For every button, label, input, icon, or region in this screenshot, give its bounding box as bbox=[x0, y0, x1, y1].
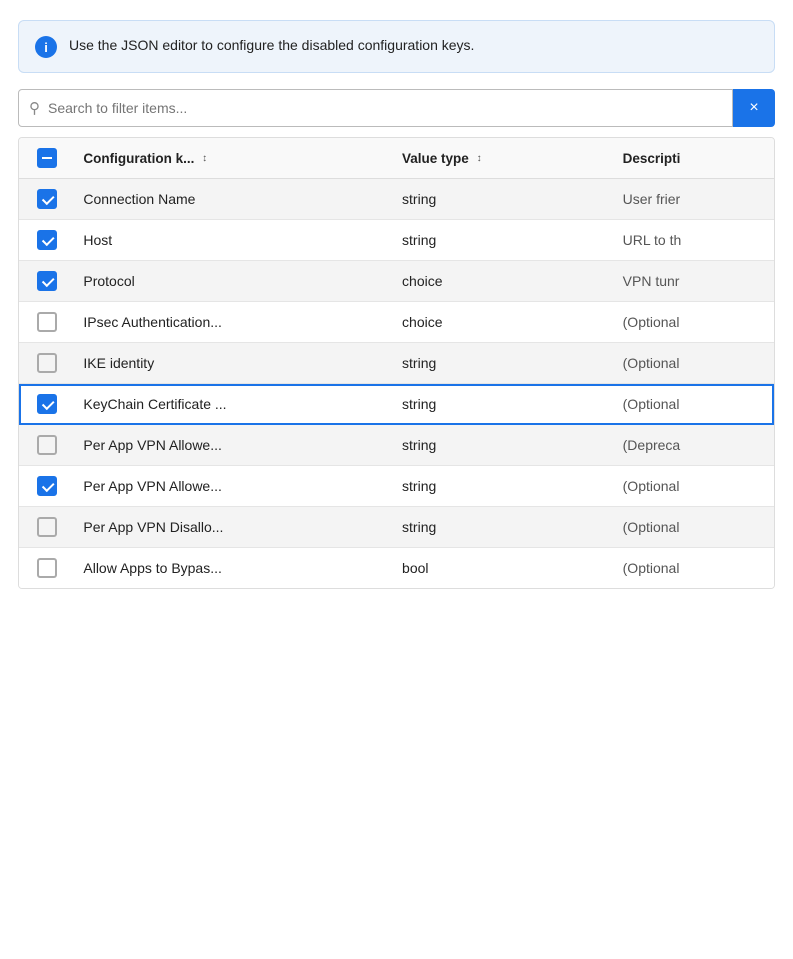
row-config-key: Allow Apps to Bypas... bbox=[75, 548, 394, 589]
row-value-type: choice bbox=[394, 261, 615, 302]
row-description: (Optional bbox=[615, 302, 774, 343]
search-icon: ⚲ bbox=[29, 99, 40, 117]
table-header-row: Configuration k... ↕ Value type ↕ Descri… bbox=[19, 138, 774, 179]
info-icon: i bbox=[35, 36, 57, 58]
row-value-type: bool bbox=[394, 548, 615, 589]
table-row[interactable]: Per App VPN Allowe...string(Optional bbox=[19, 466, 774, 507]
row-checkbox[interactable] bbox=[37, 353, 57, 373]
header-checkbox-cell bbox=[19, 138, 75, 179]
row-checkbox[interactable] bbox=[37, 189, 57, 209]
row-value-type: string bbox=[394, 425, 615, 466]
header-config-key: Configuration k... ↕ bbox=[75, 138, 394, 179]
table-row[interactable]: IKE identitystring(Optional bbox=[19, 343, 774, 384]
table-row[interactable]: KeyChain Certificate ...string(Optional bbox=[19, 384, 774, 425]
row-description: URL to th bbox=[615, 220, 774, 261]
row-checkbox-cell bbox=[19, 261, 75, 302]
search-input[interactable] bbox=[48, 100, 722, 116]
table-row[interactable]: Per App VPN Disallo...string(Optional bbox=[19, 507, 774, 548]
row-checkbox-cell bbox=[19, 548, 75, 589]
row-checkbox[interactable] bbox=[37, 271, 57, 291]
row-checkbox-cell bbox=[19, 179, 75, 220]
row-value-type: choice bbox=[394, 302, 615, 343]
row-checkbox[interactable] bbox=[37, 435, 57, 455]
row-value-type: string bbox=[394, 343, 615, 384]
row-config-key: Per App VPN Disallo... bbox=[75, 507, 394, 548]
row-config-key: IPsec Authentication... bbox=[75, 302, 394, 343]
config-table: Configuration k... ↕ Value type ↕ Descri… bbox=[19, 138, 774, 588]
row-checkbox[interactable] bbox=[37, 558, 57, 578]
search-input-wrap: ⚲ bbox=[18, 89, 733, 127]
row-checkbox-cell bbox=[19, 220, 75, 261]
row-description: (Optional bbox=[615, 548, 774, 589]
row-checkbox-cell bbox=[19, 343, 75, 384]
row-checkbox-cell bbox=[19, 384, 75, 425]
row-value-type: string bbox=[394, 466, 615, 507]
row-value-type: string bbox=[394, 179, 615, 220]
table-row[interactable]: Allow Apps to Bypas...bool(Optional bbox=[19, 548, 774, 589]
row-checkbox[interactable] bbox=[37, 312, 57, 332]
row-description: (Optional bbox=[615, 507, 774, 548]
row-value-type: string bbox=[394, 384, 615, 425]
row-config-key: Per App VPN Allowe... bbox=[75, 466, 394, 507]
header-checkbox[interactable] bbox=[37, 148, 57, 168]
row-checkbox-cell bbox=[19, 466, 75, 507]
row-checkbox-cell bbox=[19, 425, 75, 466]
row-config-key: Protocol bbox=[75, 261, 394, 302]
row-config-key: Per App VPN Allowe... bbox=[75, 425, 394, 466]
config-key-sort-icon[interactable]: ↕ bbox=[202, 154, 207, 164]
row-checkbox[interactable] bbox=[37, 230, 57, 250]
search-clear-button[interactable]: × bbox=[733, 89, 775, 127]
row-checkbox[interactable] bbox=[37, 476, 57, 496]
row-description: (Depreca bbox=[615, 425, 774, 466]
row-config-key: Connection Name bbox=[75, 179, 394, 220]
header-description: Descripti bbox=[615, 138, 774, 179]
row-description: (Optional bbox=[615, 384, 774, 425]
row-config-key: Host bbox=[75, 220, 394, 261]
table-row[interactable]: Connection NamestringUser frier bbox=[19, 179, 774, 220]
row-checkbox[interactable] bbox=[37, 394, 57, 414]
row-description: User frier bbox=[615, 179, 774, 220]
row-config-key: KeyChain Certificate ... bbox=[75, 384, 394, 425]
row-checkbox-cell bbox=[19, 302, 75, 343]
info-banner: i Use the JSON editor to configure the d… bbox=[18, 20, 775, 73]
info-banner-text: Use the JSON editor to configure the dis… bbox=[69, 35, 474, 56]
search-bar-row: ⚲ × bbox=[18, 89, 775, 127]
row-description: (Optional bbox=[615, 343, 774, 384]
row-checkbox-cell bbox=[19, 507, 75, 548]
table-row[interactable]: Per App VPN Allowe...string(Depreca bbox=[19, 425, 774, 466]
row-description: VPN tunr bbox=[615, 261, 774, 302]
row-value-type: string bbox=[394, 507, 615, 548]
header-value-type: Value type ↕ bbox=[394, 138, 615, 179]
row-checkbox[interactable] bbox=[37, 517, 57, 537]
table-row[interactable]: IPsec Authentication...choice(Optional bbox=[19, 302, 774, 343]
table-row[interactable]: HoststringURL to th bbox=[19, 220, 774, 261]
table-row[interactable]: ProtocolchoiceVPN tunr bbox=[19, 261, 774, 302]
row-description: (Optional bbox=[615, 466, 774, 507]
row-value-type: string bbox=[394, 220, 615, 261]
row-config-key: IKE identity bbox=[75, 343, 394, 384]
config-table-wrap: Configuration k... ↕ Value type ↕ Descri… bbox=[18, 137, 775, 589]
value-type-sort-icon[interactable]: ↕ bbox=[477, 154, 482, 164]
